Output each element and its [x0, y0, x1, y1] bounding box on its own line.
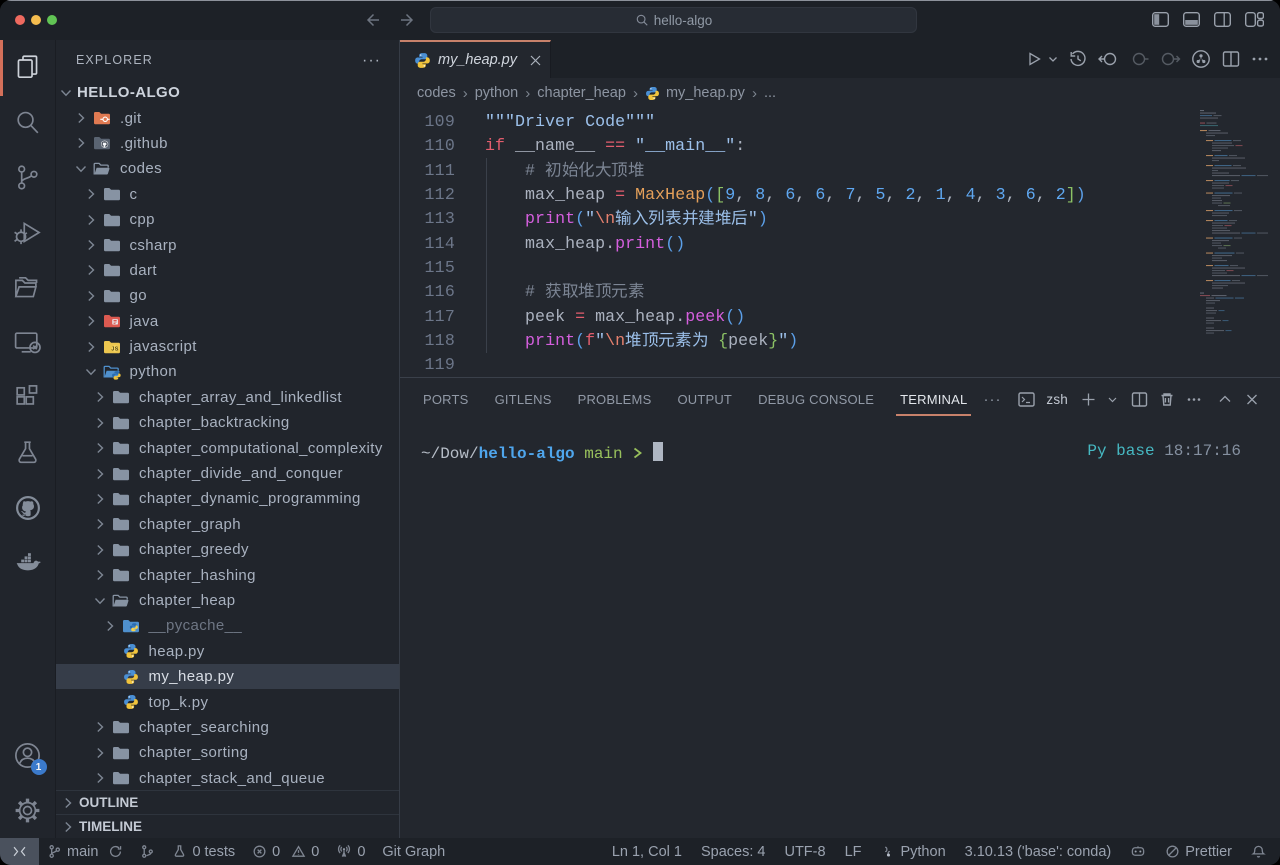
svg-text:JS: JS [111, 346, 118, 352]
